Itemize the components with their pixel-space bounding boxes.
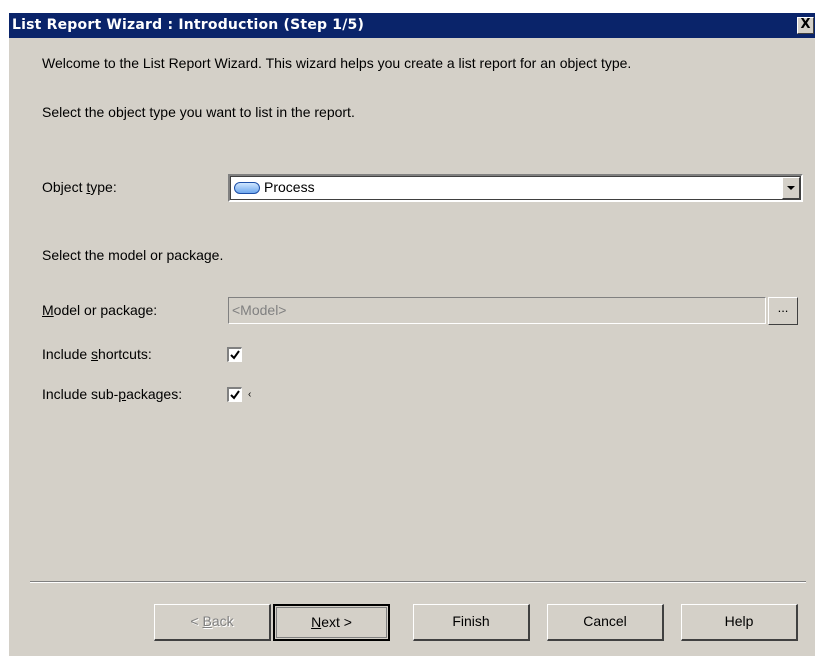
chevron-down-icon[interactable]	[782, 177, 800, 199]
button-separator	[30, 581, 806, 583]
object-type-label: Object type:	[42, 179, 117, 195]
select-model-instruction: Select the model or package.	[42, 247, 224, 263]
welcome-text: Welcome to the List Report Wizard. This …	[42, 55, 632, 71]
browse-button[interactable]: ...	[768, 297, 798, 325]
include-shortcuts-checkbox[interactable]	[227, 347, 242, 362]
trailing-mark: ‹	[248, 389, 252, 400]
include-shortcuts-label: Include shortcuts:	[42, 346, 152, 362]
object-type-select[interactable]: Process	[228, 174, 803, 202]
model-or-package-field[interactable]: <Model>	[228, 297, 766, 324]
checkmark-icon	[230, 350, 240, 360]
cancel-button[interactable]: Cancel	[547, 604, 664, 641]
include-subpackages-label: Include sub-packages:	[42, 386, 183, 402]
select-object-type-instruction: Select the object type you want to list …	[42, 104, 355, 120]
checkmark-icon	[230, 390, 240, 400]
close-icon: X	[800, 17, 811, 32]
close-button[interactable]: X	[797, 17, 814, 34]
finish-button[interactable]: Finish	[413, 604, 530, 641]
window-title: List Report Wizard : Introduction (Step …	[12, 17, 365, 33]
model-field-value: <Model>	[232, 302, 287, 318]
title-bar[interactable]: List Report Wizard : Introduction (Step …	[9, 13, 815, 38]
model-label: Model or package:	[42, 302, 158, 318]
include-subpackages-checkbox[interactable]	[227, 387, 242, 402]
object-type-value: Process	[264, 179, 315, 195]
help-button[interactable]: Help	[681, 604, 798, 641]
next-button[interactable]: Next >	[273, 604, 390, 641]
back-button[interactable]: < Back	[154, 604, 271, 641]
process-ellipse-icon	[234, 182, 260, 194]
wizard-dialog: List Report Wizard : Introduction (Step …	[8, 13, 815, 656]
